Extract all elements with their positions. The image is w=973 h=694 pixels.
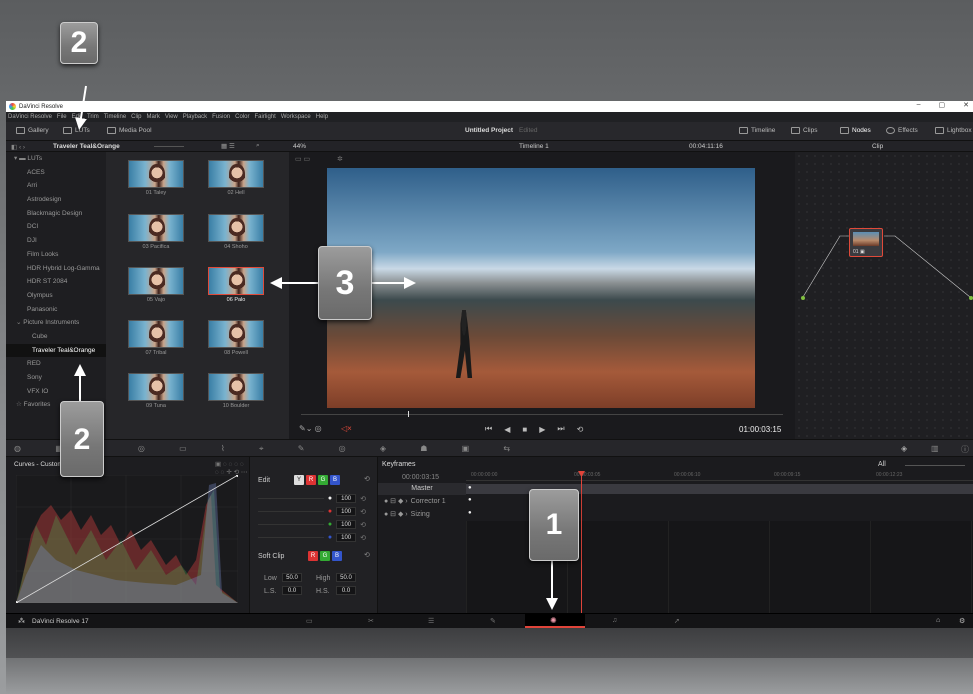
callout-badge-3: 3 bbox=[318, 246, 372, 320]
callout-badge-1: 1 bbox=[529, 489, 579, 561]
callout-arrows bbox=[74, 85, 558, 610]
callout-badge-2-top: 2 bbox=[60, 22, 98, 64]
callout-badge-2-bottom: 2 bbox=[60, 401, 104, 477]
